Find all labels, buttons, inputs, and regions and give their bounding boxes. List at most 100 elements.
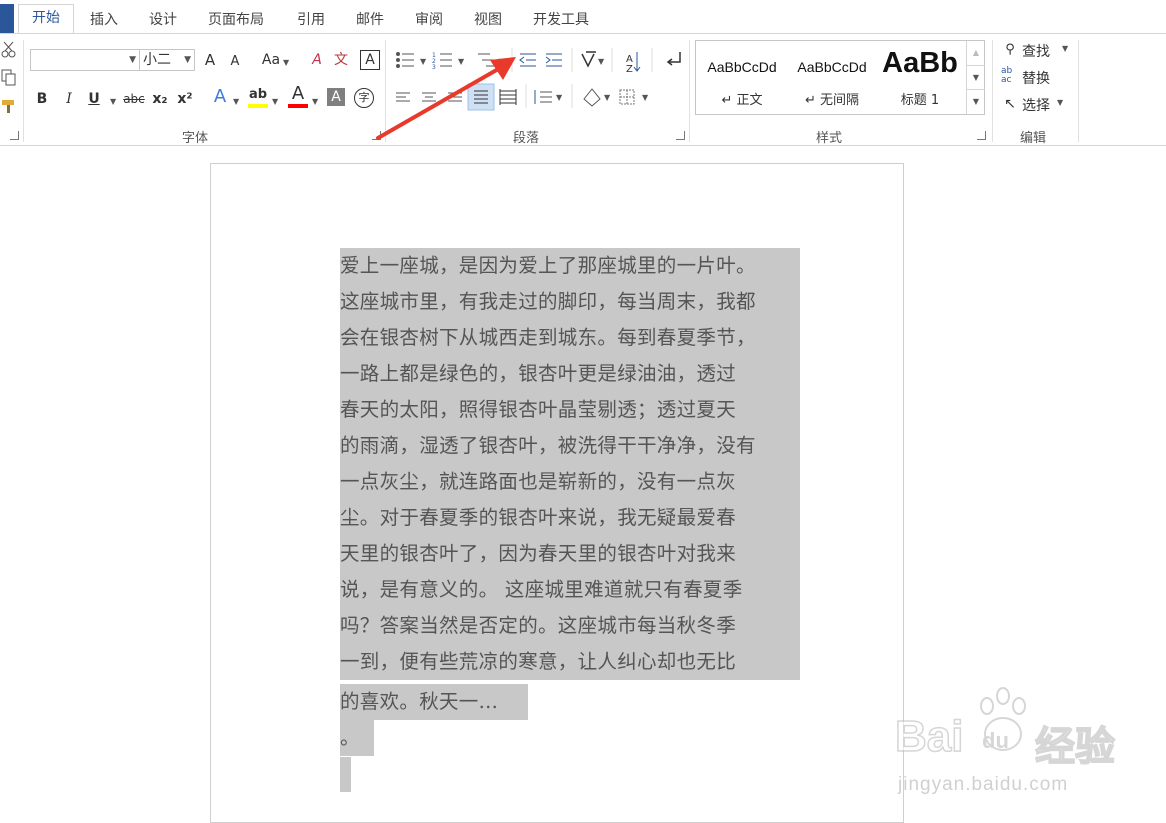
clipboard-icons[interactable] (0, 40, 20, 120)
highlight-dropdown-icon[interactable]: ▼ (272, 93, 278, 111)
italic-button[interactable]: I (61, 90, 77, 108)
replace-icon: ab ac (1001, 66, 1013, 85)
chinese-layout-icon (581, 51, 596, 68)
watermark-url: jingyan.baidu.com (898, 774, 1069, 795)
binoculars-icon: ⚲ (1005, 42, 1015, 57)
cursor-arrow-icon: ↖ (1004, 96, 1016, 112)
strikethrough-button[interactable]: abc (122, 90, 146, 108)
paragraph-group-label: 段落 (513, 131, 540, 146)
tab-view[interactable]: 视图 (474, 9, 502, 29)
bullets-icon (396, 52, 414, 68)
style-heading-1[interactable]: AaBb 标题 1 (878, 41, 962, 114)
sort-icon: AZ (626, 52, 641, 75)
style-no-spacing[interactable]: AaBbCcDd ↵ 无间隔 (788, 41, 876, 114)
clear-format-button[interactable]: A (308, 51, 326, 69)
style-no-spacing-sample: AaBbCcDd (797, 59, 867, 75)
subscript-button[interactable]: x₂ (150, 90, 170, 108)
replace-label: 替换 (1022, 71, 1050, 87)
char-shading-button[interactable]: A (327, 88, 345, 106)
decrease-indent-icon (519, 53, 536, 67)
paragraph-launcher[interactable] (676, 131, 685, 140)
copy-icon (1, 69, 16, 86)
style-normal-name: ↵ 正文 (721, 93, 763, 108)
font-color-dropdown-icon[interactable]: ▼ (312, 93, 318, 111)
text-line: 尘。对于春夏季的银杏叶来说，我无疑最爱春 (340, 500, 800, 536)
underline-button[interactable]: U (86, 90, 102, 108)
numbering-icon: 123 (432, 52, 452, 71)
tab-page-layout[interactable]: 页面布局 (208, 9, 264, 29)
tab-developer[interactable]: 开发工具 (533, 9, 589, 29)
highlight-color-swatch (248, 104, 268, 108)
change-case-button[interactable]: Aa (259, 51, 283, 69)
cut-icon (1, 41, 16, 58)
style-heading-1-sample: AaBb (882, 47, 958, 79)
text-effects-dropdown-icon[interactable]: ▼ (233, 93, 239, 111)
tab-review[interactable]: 审阅 (415, 9, 443, 29)
baidu-watermark: Bai du 经验 jingyan.baidu.com (894, 684, 1155, 804)
multilevel-list-icon (478, 53, 498, 67)
change-case-dropdown-icon[interactable]: ▼ (283, 54, 289, 72)
styles-scroll[interactable]: ▲ ▼ ▼ (966, 41, 985, 114)
watermark-brand: Bai (894, 711, 964, 762)
increase-indent-icon (545, 53, 562, 67)
char-border-button[interactable]: A (360, 50, 380, 70)
underline-dropdown-icon[interactable]: ▼ (110, 93, 116, 111)
paragraph-tools: ▼ 123 ▼ ▼ ▼ AZ ▼ ▼ ▼ (396, 48, 681, 111)
tab-design[interactable]: 设计 (149, 9, 177, 29)
line-spacing-icon (534, 90, 552, 104)
svg-text:3: 3 (432, 64, 436, 71)
phonetic-guide-button[interactable]: 文 (332, 51, 350, 69)
svg-text:▼: ▼ (642, 93, 649, 102)
text-line: 的喜欢。秋天一... (340, 684, 528, 720)
select-label: 选择 (1022, 98, 1050, 114)
shrink-font-button[interactable]: A (228, 53, 242, 71)
svg-text:▼: ▼ (458, 57, 465, 66)
text-effects-button[interactable]: A (211, 88, 229, 106)
highlight-button[interactable]: ab (248, 86, 268, 104)
text-line: 这座城市里，有我走过的脚印，每当周末，我都 (340, 284, 800, 320)
styles-launcher[interactable] (977, 131, 986, 140)
svg-text:▼: ▼ (604, 93, 611, 102)
tab-references[interactable]: 引用 (297, 9, 325, 29)
styles-group-label: 样式 (816, 131, 843, 146)
text-line: 天里的银杏叶了，因为春天里的银杏叶对我来 (340, 536, 800, 572)
text-line: 爱上一座城，是因为爱上了那座城里的一片叶。 (340, 248, 800, 284)
text-line: 会在银杏树下从城西走到城东。每到春夏季节， (340, 320, 800, 356)
styles-more-icon[interactable]: ▼ (967, 89, 985, 114)
clipboard-launcher[interactable] (10, 131, 19, 140)
svg-text:▼: ▼ (420, 57, 427, 66)
tab-mailings[interactable]: 邮件 (356, 9, 384, 29)
text-line: 一路上都是绿色的，银杏叶更是绿油油，透过 (340, 356, 800, 392)
styles-scroll-down-icon[interactable]: ▼ (967, 65, 985, 90)
styles-scroll-up-icon[interactable]: ▲ (967, 41, 985, 65)
font-color-button[interactable]: A (288, 85, 308, 103)
find-dropdown-icon[interactable]: ▼ (1062, 44, 1068, 53)
bold-button[interactable]: B (34, 90, 50, 108)
borders-icon (619, 89, 635, 105)
enclose-characters-button[interactable]: 字 (354, 88, 374, 108)
format-painter-icon (2, 100, 14, 113)
style-normal[interactable]: AaBbCcDd ↵ 正文 (698, 41, 786, 114)
watermark-chinese: 经验 (1034, 723, 1116, 771)
align-left-icon (396, 92, 410, 102)
font-group-label: 字体 (182, 131, 209, 146)
tab-insert[interactable]: 插入 (90, 9, 118, 29)
font-launcher[interactable] (372, 131, 381, 140)
svg-text:▼: ▼ (598, 57, 605, 66)
style-heading-1-name: 标题 1 (900, 93, 940, 108)
tab-home[interactable]: 开始 (18, 4, 74, 33)
font-name-combo[interactable]: ▼ (30, 49, 140, 71)
align-center-icon (422, 92, 436, 102)
svg-text:Z: Z (626, 64, 633, 75)
svg-text:▼: ▼ (556, 93, 563, 102)
superscript-button[interactable]: x² (175, 90, 195, 108)
distributed-icon (499, 89, 517, 105)
text-line: 春天的太阳，照得银杏叶晶莹剔透；透过夏天 (340, 392, 800, 428)
grow-font-button[interactable]: A (202, 51, 218, 69)
select-dropdown-icon[interactable]: ▼ (1057, 98, 1063, 107)
text-line: 的雨滴，湿透了银杏叶，被洗得干干净净，没有 (340, 428, 800, 464)
text-line: 一到，便有些荒凉的寒意，让人纠心却也无比 (340, 644, 800, 680)
file-tab-stub[interactable] (0, 4, 14, 33)
font-color-swatch (288, 104, 308, 108)
font-size-combo[interactable]: 小二 ▼ (139, 49, 195, 71)
